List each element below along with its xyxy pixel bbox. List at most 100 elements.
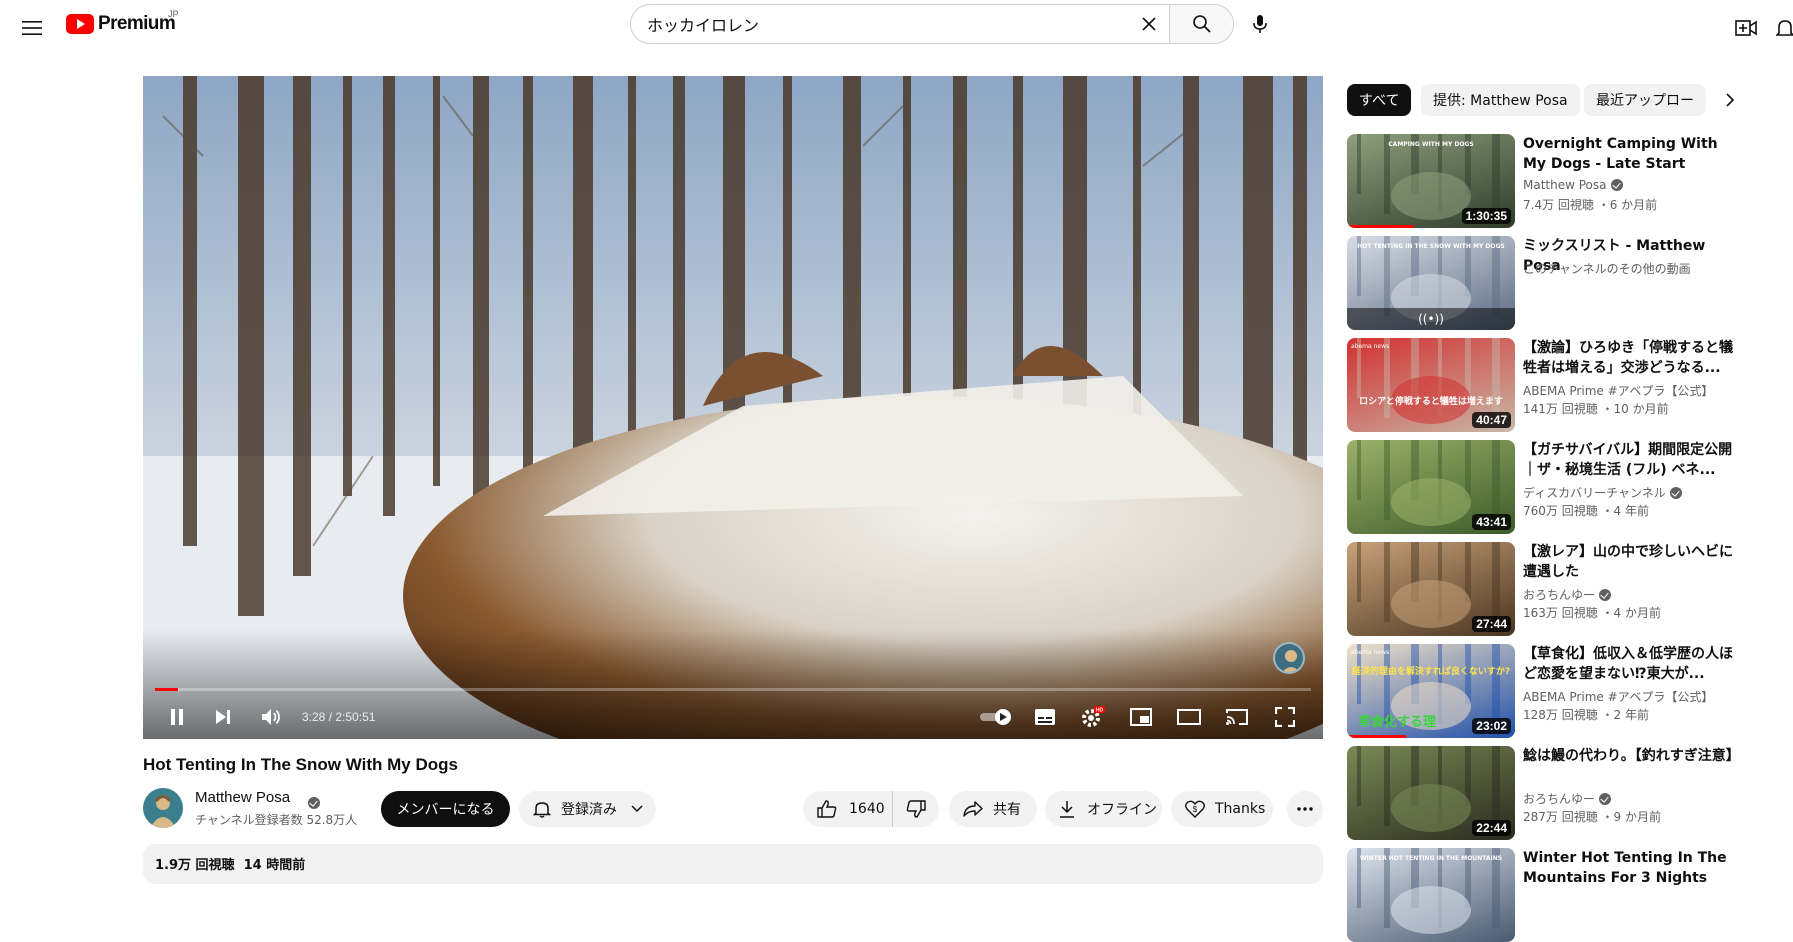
video-plus-icon	[1735, 20, 1757, 36]
recommendation-channel: ABEMA Prime #アベプラ【公式】	[1523, 690, 1714, 704]
chip-recently-uploaded[interactable]: 最近アップロー	[1584, 84, 1706, 116]
avatar-icon	[150, 795, 176, 828]
recommendation-meta: 287万 回視聴 ・9 か月前	[1523, 810, 1661, 824]
thumbnail-shape	[1391, 478, 1471, 526]
thumbnail-caption: 草食化する理	[1358, 714, 1436, 730]
channel-avatar[interactable]	[143, 788, 183, 828]
search-input[interactable]	[631, 5, 1129, 43]
cast-button[interactable]	[1215, 694, 1259, 739]
pause-button[interactable]	[155, 694, 199, 739]
subscribed-button[interactable]: 登録済み	[519, 791, 656, 827]
video-thumbnail: HOT TENTING IN THE SNOW WITH MY DOGS ((•)…	[1347, 236, 1515, 330]
more-actions-button[interactable]	[1287, 791, 1323, 827]
recommendation-channel: おろちんゆー	[1523, 586, 1612, 603]
duration-badge: 27:44	[1472, 616, 1511, 632]
chips-next-button[interactable]	[1714, 84, 1746, 116]
mute-button[interactable]	[249, 694, 293, 739]
recommendation-item[interactable]: HOT TENTING IN THE SNOW WITH MY DOGS ((•)…	[1347, 236, 1777, 330]
menu-button[interactable]	[12, 8, 52, 48]
settings-button[interactable]: HD	[1071, 694, 1115, 739]
clear-search-button[interactable]	[1129, 5, 1169, 43]
chip-all[interactable]: すべて	[1347, 84, 1412, 116]
recommendation-item[interactable]: CAMPING WITH MY DOGS 1:30:35 Overnight Cam…	[1347, 134, 1777, 228]
youtube-premium-logo[interactable]: Premium JP	[66, 9, 179, 36]
video-player[interactable]: 3:28 / 2:50:51 HD	[143, 76, 1323, 739]
thumbnail-shape	[1391, 580, 1471, 628]
thumbnail-shape	[1357, 440, 1361, 500]
svg-text:$: $	[1193, 805, 1198, 814]
watched-progress-bar	[1347, 225, 1415, 228]
search-box	[630, 4, 1234, 44]
gear-icon: HD	[1082, 705, 1105, 727]
duration-badge: 23:02	[1472, 718, 1511, 734]
thumbnail-shape	[1492, 746, 1500, 826]
recommendation-meta: 7.4万 回視聴 ・6 か月前	[1523, 198, 1658, 212]
recommendation-item[interactable]: 22:44 鯰は鰻の代わり。【釣れすぎ注意】 おろちんゆー 287万 回視聴 ・9 か…	[1347, 746, 1777, 840]
thumbnail-shape	[1357, 746, 1361, 806]
thumbnail-shape	[1357, 542, 1361, 602]
recommendation-channel: ABEMA Prime #アベプラ【公式】	[1523, 384, 1714, 398]
filter-chips: すべて 提供: Matthew Posa 最近アップロー	[1347, 84, 1777, 116]
video-owner-row: Matthew Posa チャンネル登録者数 52.8万人 メンバーになる 登録…	[143, 787, 1323, 829]
like-button[interactable]: 1640	[803, 791, 893, 827]
join-button[interactable]: メンバーになる	[381, 791, 510, 827]
thumbnail-caption: 経済的理由を解決すれば良くないすか?	[1352, 665, 1510, 677]
recommendation-meta: 128万 回視聴 ・2 年前	[1523, 708, 1649, 722]
progress-bar[interactable]	[155, 688, 1311, 691]
thumbnail-shape	[1357, 134, 1361, 194]
description-box[interactable]: 1.9万 回視聴 14 時間前	[143, 844, 1323, 884]
channel-name[interactable]: Matthew Posa	[195, 789, 290, 806]
thanks-label: Thanks	[1215, 801, 1266, 817]
close-icon	[1142, 17, 1156, 31]
dislike-button[interactable]	[893, 791, 939, 827]
recommendation-title: 【草食化】低収入＆低学歴の人ほど恋愛を望まない⁉東大が...	[1523, 646, 1733, 682]
voice-search-button[interactable]	[1240, 4, 1280, 44]
video-thumbnail: 43:41	[1347, 440, 1515, 534]
cast-icon	[1226, 708, 1248, 725]
notifications-button[interactable]	[1776, 8, 1793, 48]
recommendation-meta: 760万 回視聴 ・4 年前	[1523, 504, 1649, 518]
thumbnail-shape	[1391, 886, 1471, 934]
theater-mode-icon	[1177, 708, 1201, 725]
verified-badge-icon	[308, 797, 320, 809]
chip-from-channel[interactable]: 提供: Matthew Posa	[1421, 84, 1580, 116]
recommendation-title: 【激レア】山の中で珍しいヘビに遭遇した	[1523, 544, 1733, 580]
subtitles-button[interactable]	[1023, 694, 1067, 739]
thumbnail-caption: WINTER HOT TENTING IN THE MOUNTAINS	[1360, 855, 1502, 862]
recommendation-item[interactable]: ロシアと停戦すると犠牲は増えます abema news 40:47 【激論】ひろゆき「…	[1347, 338, 1777, 432]
recommendation-meta: 163万 回視聴 ・4 か月前	[1523, 606, 1661, 620]
recommendation-item[interactable]: 経済的理由を解決すれば良くないすか? 草食化する理 abema news 23:02 【…	[1347, 644, 1777, 738]
channel-watermark[interactable]	[1273, 642, 1305, 674]
thumbnail-caption: ロシアと停戦すると犠牲は増えます	[1359, 395, 1503, 407]
duration-badge: 22:44	[1472, 820, 1511, 836]
autoplay-toggle-icon	[980, 708, 1011, 725]
theater-mode-button[interactable]	[1167, 694, 1211, 739]
bell-icon	[533, 802, 551, 818]
thumbnail-shape	[1492, 644, 1500, 724]
progress-played	[155, 688, 179, 691]
thanks-button[interactable]: $ Thanks	[1171, 791, 1273, 827]
fullscreen-button[interactable]	[1263, 694, 1307, 739]
share-button[interactable]: 共有	[949, 791, 1037, 827]
recommendation-title: Winter Hot Tenting In The Mountains For …	[1523, 850, 1727, 886]
duration-badge: 40:47	[1472, 412, 1511, 428]
miniplayer-button[interactable]	[1119, 694, 1163, 739]
next-button[interactable]	[201, 694, 245, 739]
recommendation-item[interactable]: 27:44 【激レア】山の中で珍しいヘビに遭遇したおろちんゆー 163万 回視聴 ・…	[1347, 542, 1777, 636]
skip-next-icon	[216, 709, 230, 724]
search-button[interactable]	[1169, 5, 1233, 43]
subtitles-icon	[1035, 708, 1055, 725]
recommendation-item[interactable]: WINTER HOT TENTING IN THE MOUNTAINS Winte…	[1347, 848, 1777, 942]
recommendation-channel: おろちんゆー	[1523, 790, 1612, 807]
volume-icon	[262, 708, 280, 725]
create-button[interactable]	[1726, 8, 1766, 48]
chevron-right-icon	[1726, 93, 1735, 107]
top-bar: Premium JP	[0, 0, 1793, 56]
recommendation-item[interactable]: 43:41 【ガチサバイバル】期間限定公開｜ザ・秘境生活 (フル) ベネ... ディ…	[1347, 440, 1777, 534]
download-button[interactable]: オフライン	[1045, 791, 1162, 827]
total-time: 2:50:51	[335, 709, 376, 724]
thumbnail-caption: CAMPING WITH MY DOGS	[1388, 141, 1473, 148]
autoplay-toggle[interactable]	[973, 694, 1021, 739]
thumbnail-shape	[1391, 784, 1471, 832]
time-separator: /	[325, 709, 336, 724]
